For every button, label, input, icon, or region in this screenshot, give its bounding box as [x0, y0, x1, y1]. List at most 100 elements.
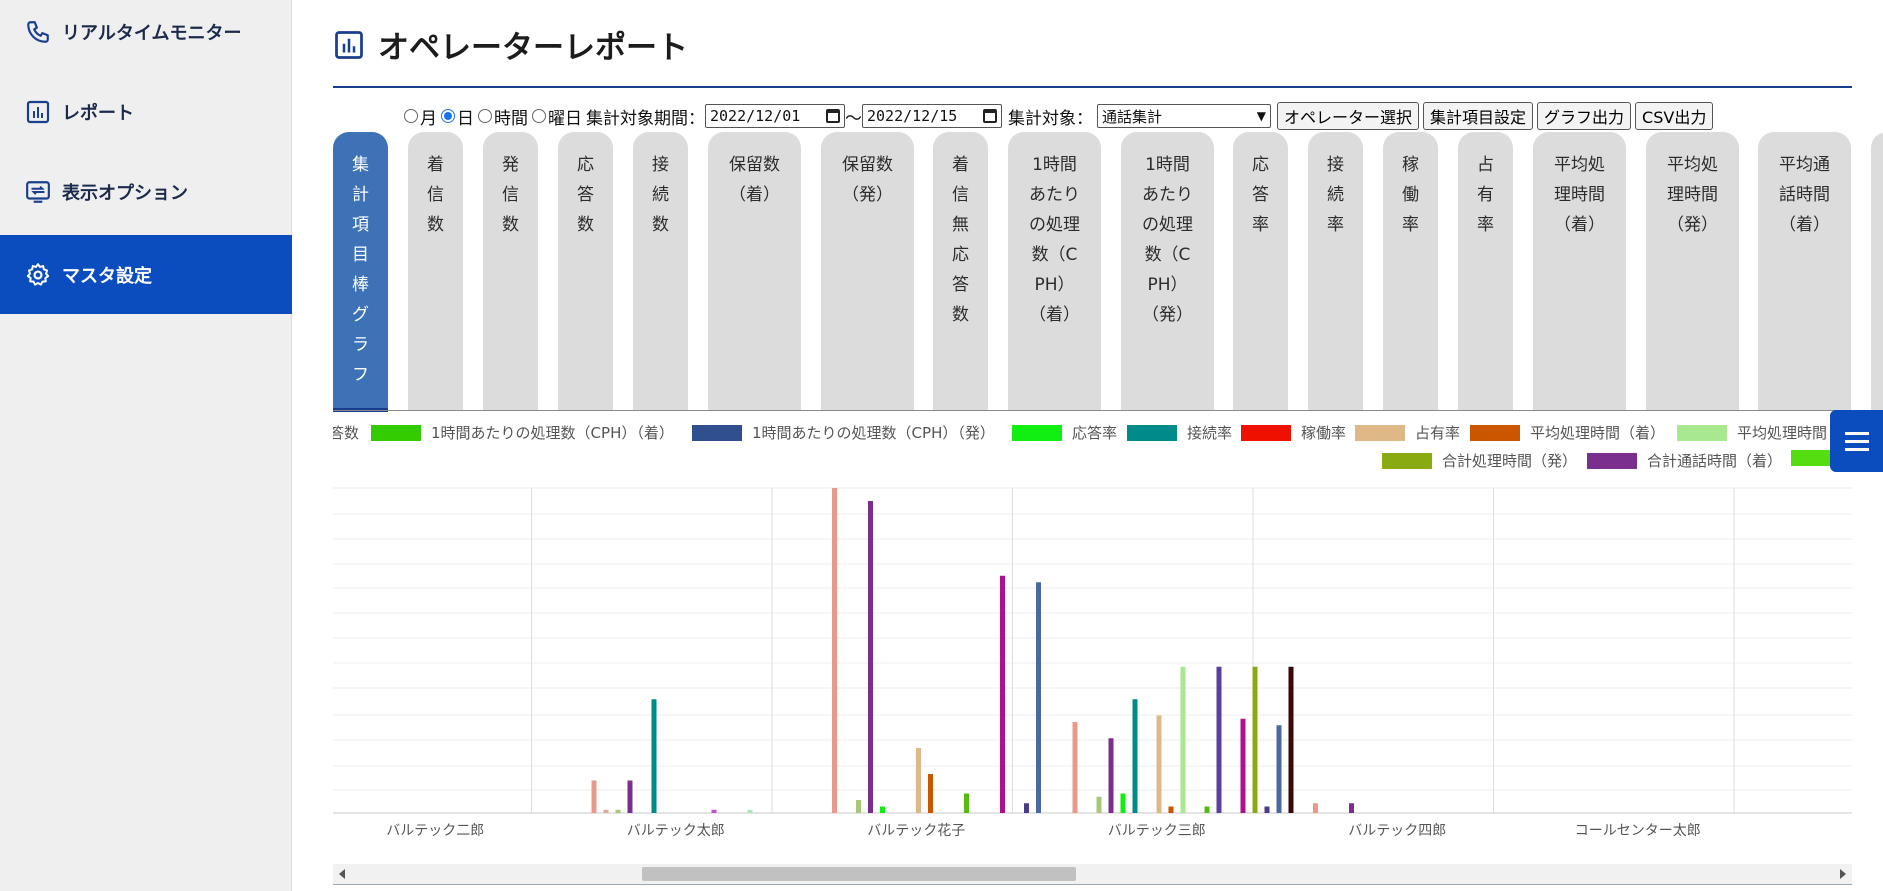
horizontal-scrollbar[interactable] [333, 864, 1852, 884]
radio-label: 月 [420, 108, 437, 129]
target-label: 集計対象： [1008, 108, 1093, 129]
item-settings-button[interactable]: 集計項目設定 [1423, 102, 1534, 130]
radio-label: 時間 [494, 108, 528, 129]
chart-bar [1096, 796, 1102, 813]
legend-item[interactable] [1791, 450, 1830, 466]
sidebar-item-report[interactable]: レポート [0, 72, 292, 152]
tab-hold-incoming[interactable]: 保留数 （着） [708, 132, 801, 410]
tab-occupancy-rate[interactable]: 占 有 率 [1458, 132, 1513, 410]
tab-incoming-count[interactable]: 着 信 数 [408, 132, 463, 410]
graph-output-button[interactable]: グラフ出力 [1537, 102, 1632, 130]
tab-outgoing-count[interactable]: 発 信 数 [483, 132, 538, 410]
sidebar-item-realtime-monitor[interactable]: リアルタイムモニター [0, 0, 292, 72]
tab-answered-count[interactable]: 応 答 数 [558, 132, 613, 410]
tab-label: 稼 働 率 [1402, 155, 1419, 235]
filter-controls: 月 日 時間 曜日 集計対象期間： 2022/12/01 ～ 2022/12/1… [404, 102, 1717, 130]
x-tick-label: バルテック四郎 [1348, 823, 1446, 839]
tab-label: 占 有 率 [1477, 155, 1494, 235]
chart-bar [928, 774, 933, 813]
operator-select-button[interactable]: オペレーター選択 [1277, 102, 1420, 130]
tab-label: 集 計 項 目 棒 グ ラ フ [352, 155, 369, 385]
tab-bar-graph[interactable]: 集 計 項 目 棒 グ ラ フ [333, 132, 388, 410]
chart-bar [627, 780, 633, 813]
tab-avg-talk-incoming[interactable]: 平均通 話時間 （着） [1758, 132, 1851, 410]
chart-bar [1024, 803, 1029, 813]
legend-item[interactable]: 平均処理時間（着） [1470, 422, 1665, 443]
chart-bar [1240, 718, 1246, 813]
legend-swatch [371, 424, 421, 441]
chart-bar [651, 699, 657, 813]
legend-swatch [1012, 424, 1062, 441]
legend-label: 合計通話時間（着） [1647, 452, 1783, 470]
scroll-right-icon[interactable] [1840, 869, 1846, 879]
chart-bar [1000, 575, 1005, 813]
x-tick-label: コールセンター太郎 [1575, 823, 1701, 839]
data-table-header [333, 884, 1852, 891]
tab-connected-count[interactable]: 接 続 数 [633, 132, 688, 410]
sidebar-item-display-options[interactable]: 表示オプション [0, 152, 292, 232]
tab-more[interactable] [1871, 132, 1883, 410]
legend-item[interactable]: 答数 [333, 422, 359, 443]
legend-label: 稼働率 [1301, 424, 1347, 442]
chart-bar [880, 806, 885, 813]
legend-label: 占有率 [1415, 424, 1461, 442]
operator-bar-chart: バルテック二郎 バルテック太郎 バルテック花子 バルテック三郎 バルテック四郎 コールセン… [333, 487, 1852, 839]
legend-label: 応答率 [1072, 424, 1118, 442]
target-select[interactable]: 通話集計 ▼ [1097, 104, 1271, 128]
tab-avg-handle-incoming[interactable]: 平均処 理時間 （着） [1533, 132, 1626, 410]
x-tick-label: バルテック三郎 [1108, 823, 1206, 839]
legend-item[interactable]: 平均処理時間 [1677, 422, 1827, 443]
tab-answer-rate[interactable]: 応 答 率 [1233, 132, 1288, 410]
tab-no-answer[interactable]: 着 信 無 応 答 数 [933, 132, 988, 410]
tab-operation-rate[interactable]: 稼 働 率 [1383, 132, 1438, 410]
bar-chart-icon [24, 98, 52, 126]
target-select-value: 通話集計 [1102, 107, 1163, 126]
legend-item[interactable]: 占有率 [1355, 422, 1460, 443]
menu-icon [1844, 431, 1869, 435]
radio-weekday[interactable] [532, 109, 546, 123]
radio-day[interactable] [441, 109, 455, 123]
legend-swatch [1127, 424, 1177, 441]
sidebar-item-label: レポート [62, 103, 134, 124]
tab-label: 発 信 数 [502, 155, 519, 235]
radio-month[interactable] [404, 109, 418, 123]
menu-icon [1844, 439, 1869, 443]
scroll-thumb[interactable] [642, 867, 1076, 881]
legend-item[interactable]: 応答率 [1012, 422, 1117, 443]
gear-icon [24, 261, 52, 289]
csv-output-button[interactable]: CSV出力 [1635, 102, 1714, 130]
legend-item[interactable]: 接続率 [1127, 422, 1232, 443]
range-tilde: ～ [845, 108, 862, 129]
tab-divider [333, 410, 1883, 411]
menu-button[interactable] [1830, 410, 1883, 472]
page-title: オペレーターレポート [378, 30, 688, 66]
legend-label: 接続率 [1187, 424, 1233, 442]
sidebar-item-master-settings[interactable]: マスタ設定 [0, 235, 292, 314]
tab-label: 着 信 無 応 答 数 [952, 155, 969, 325]
legend-item[interactable]: 合計処理時間（発） [1382, 450, 1577, 471]
tab-connect-rate[interactable]: 接 続 率 [1308, 132, 1363, 410]
tab-cph-outgoing[interactable]: 1時間 あたり の処理 数（C PH） （発） [1121, 132, 1214, 410]
radio-label: 日 [457, 108, 474, 129]
calendar-icon [983, 109, 997, 123]
phone-icon [24, 18, 52, 46]
sidebar-item-label: マスタ設定 [62, 265, 152, 287]
chart-bar [711, 809, 717, 813]
legend-item[interactable]: 1時間あたりの処理数（CPH）（発） [692, 422, 995, 443]
legend-item[interactable]: 稼働率 [1241, 422, 1346, 443]
chart-bar [1264, 806, 1270, 813]
chart-bar [1072, 722, 1078, 813]
tab-hold-outgoing[interactable]: 保留数 （発） [821, 132, 914, 410]
legend-label: 1時間あたりの処理数（CPH）（着） [431, 424, 674, 442]
legend-item[interactable]: 1時間あたりの処理数（CPH）（着） [371, 422, 674, 443]
legend-item[interactable]: 合計通話時間（着） [1587, 450, 1782, 471]
scroll-left-icon[interactable] [339, 869, 345, 879]
date-to-input[interactable]: 2022/12/15 [862, 104, 1002, 128]
tab-cph-incoming[interactable]: 1時間 あたり の処理 数（C PH） （着） [1008, 132, 1101, 410]
radio-hour[interactable] [478, 109, 492, 123]
date-from-input[interactable]: 2022/12/01 [705, 104, 845, 128]
chart-bar [1108, 738, 1114, 813]
tab-avg-handle-outgoing[interactable]: 平均処 理時間 （発） [1646, 132, 1739, 410]
radio-label: 曜日 [548, 108, 582, 129]
tab-label: 平均処 理時間 （発） [1667, 155, 1718, 235]
